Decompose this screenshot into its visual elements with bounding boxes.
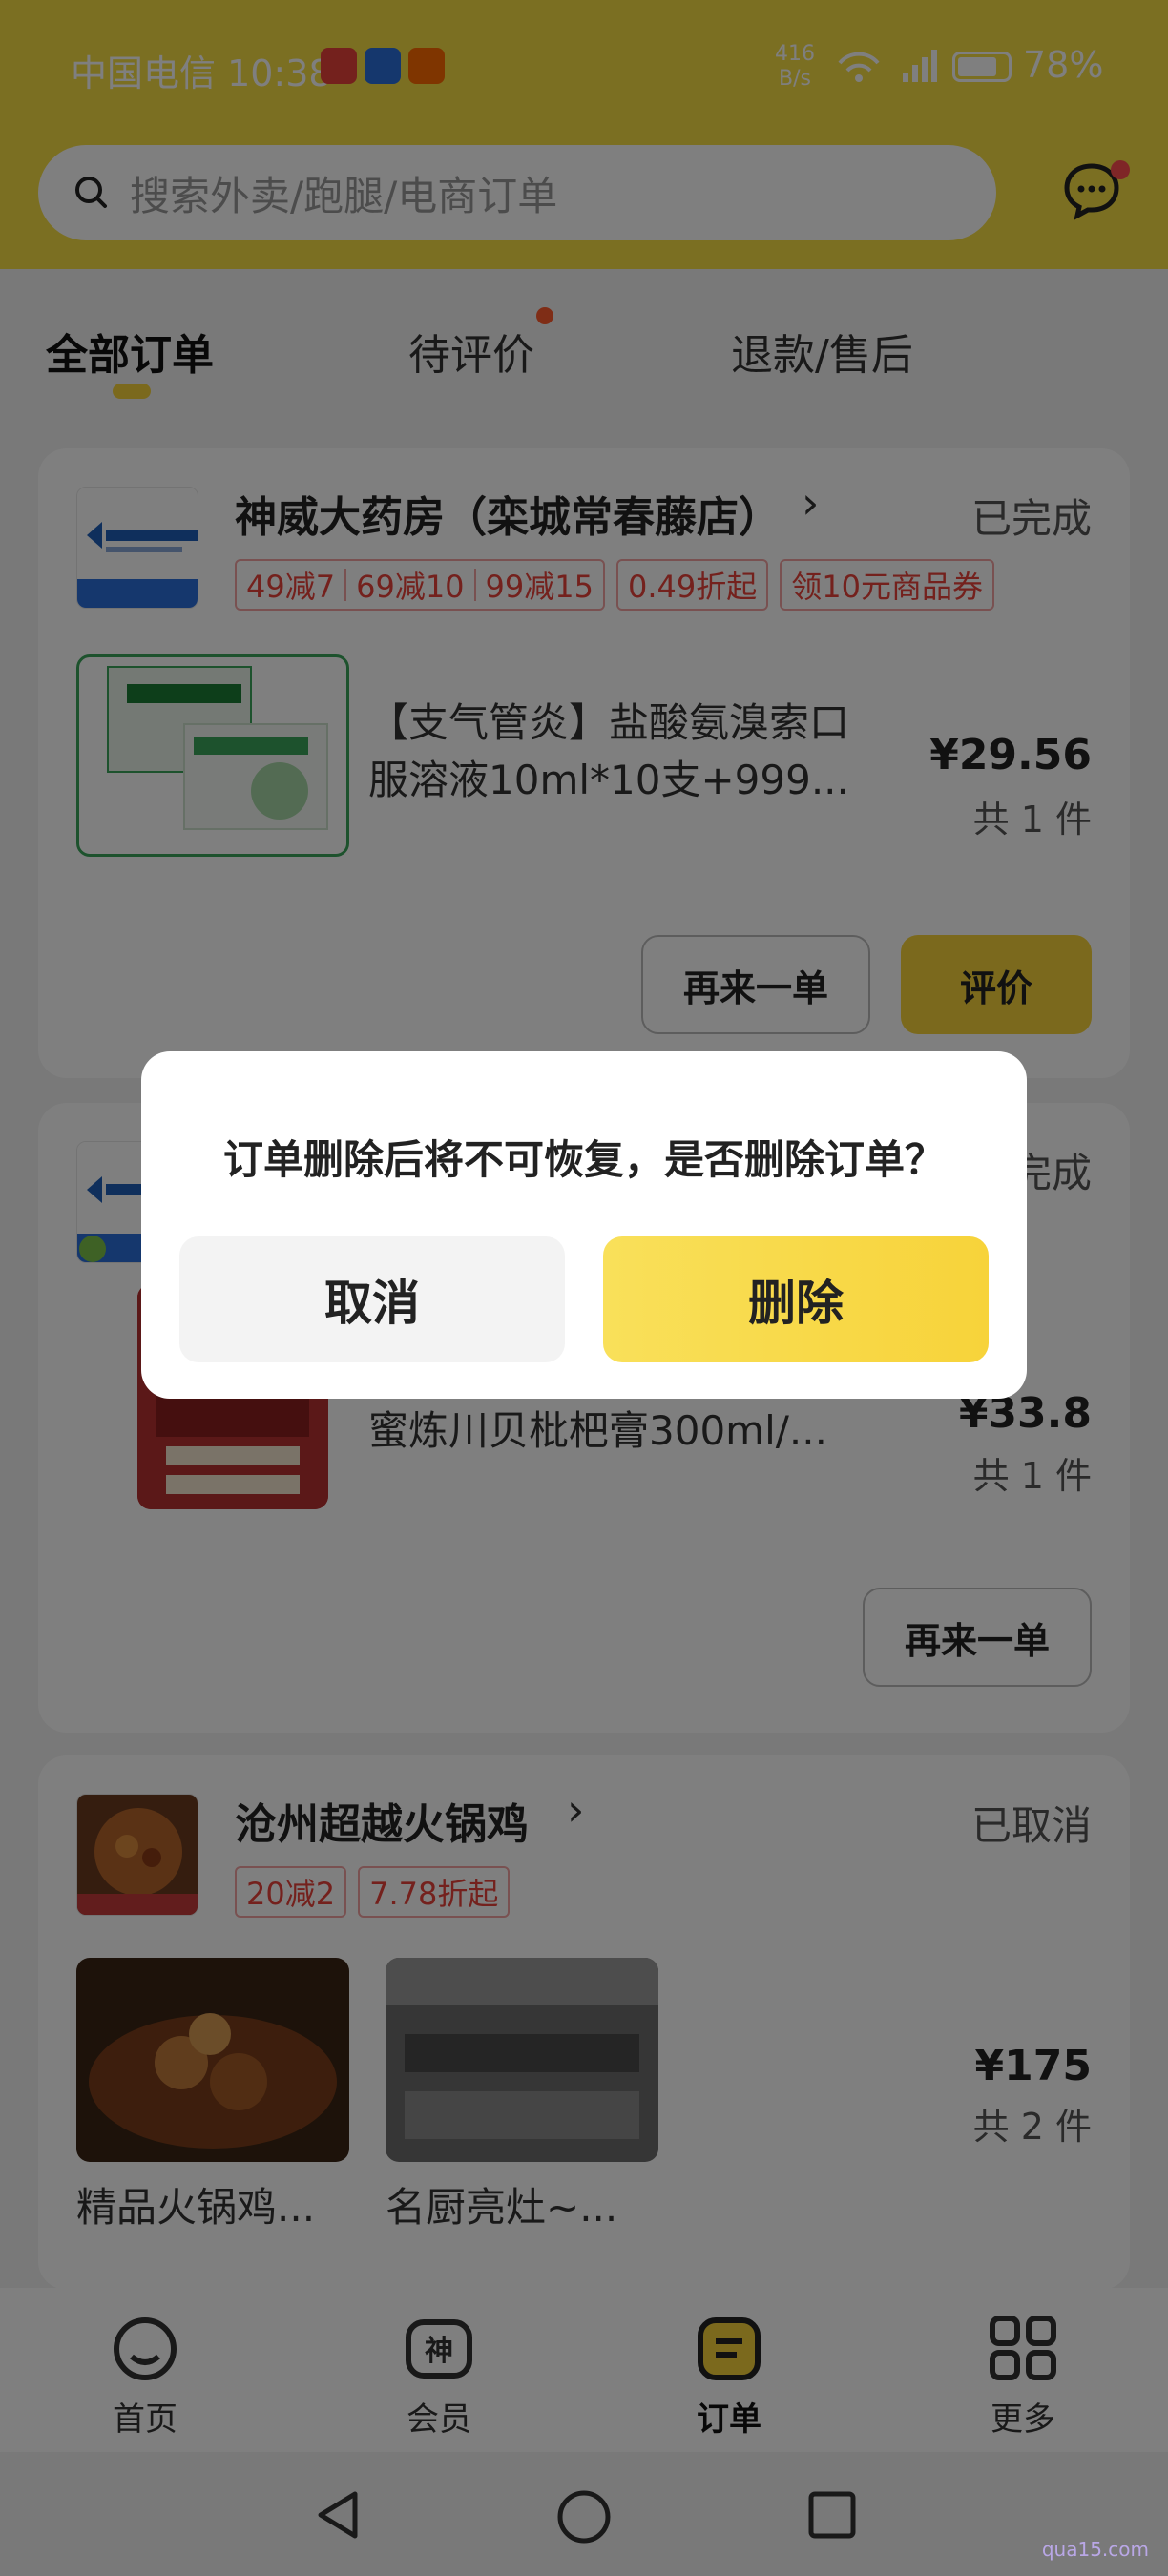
delete-order-dialog: 订单删除后将不可恢复，是否删除订单？ 取消 删除 [141,1051,1027,1399]
dialog-message: 订单删除后将不可恢复，是否删除订单？ [222,1136,945,1183]
delete-button[interactable]: 删除 [603,1236,989,1362]
cancel-button[interactable]: 取消 [179,1236,565,1362]
watermark: qua15.com [1041,2538,1149,2561]
